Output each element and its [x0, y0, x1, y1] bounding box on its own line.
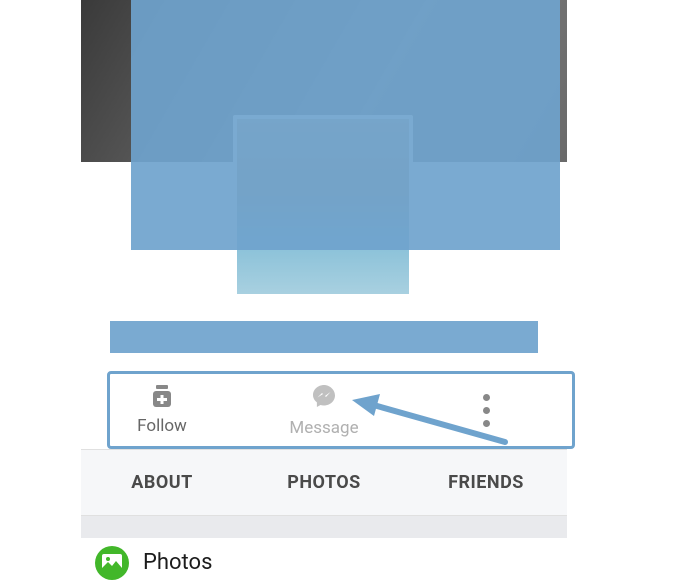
follow-button[interactable]: Follow [81, 385, 243, 436]
more-options-button[interactable] [483, 394, 490, 427]
message-label: Message [289, 418, 358, 438]
profile-tab-bar: ABOUT PHOTOS FRIENDS [81, 449, 567, 516]
redaction-overlay-top [131, 0, 560, 250]
section-divider [81, 516, 567, 538]
messenger-icon [311, 383, 337, 414]
tab-friends[interactable]: FRIENDS [405, 450, 567, 515]
photos-section-title: Photos [143, 550, 212, 575]
message-button[interactable]: Message [243, 383, 405, 438]
photos-section-header[interactable]: Photos [81, 538, 567, 587]
follow-label: Follow [137, 416, 187, 436]
photos-icon [95, 546, 129, 580]
tab-about[interactable]: ABOUT [81, 450, 243, 515]
follow-icon [150, 385, 174, 412]
redaction-overlay-name [110, 321, 538, 353]
profile-action-bar: Follow Message [81, 371, 567, 449]
tab-photos[interactable]: PHOTOS [243, 450, 405, 515]
